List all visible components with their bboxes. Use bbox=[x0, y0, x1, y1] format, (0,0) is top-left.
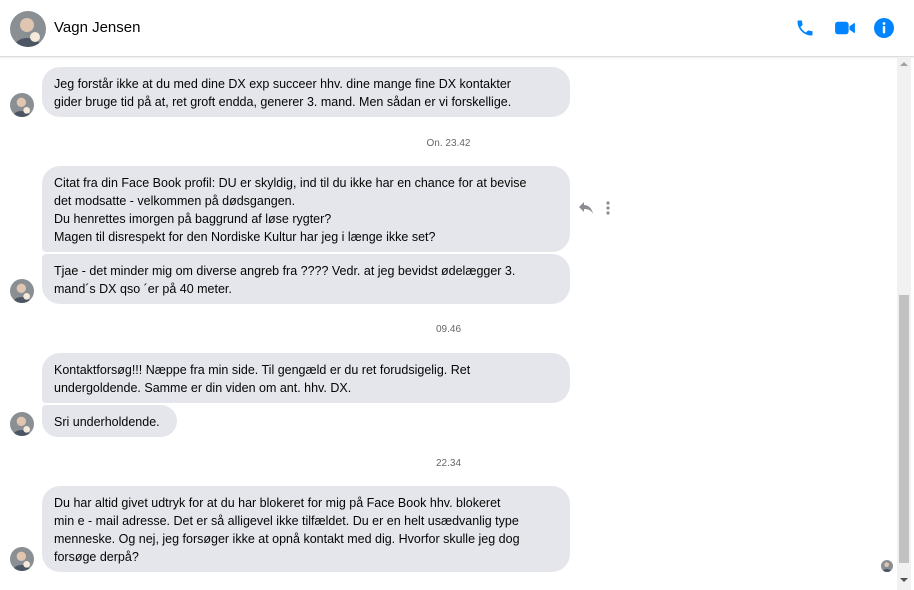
scroll-up-arrow-icon[interactable] bbox=[900, 62, 908, 66]
message-bubble[interactable]: Jeg forstår ikke at du med dine DX exp s… bbox=[42, 67, 570, 117]
sender-avatar[interactable] bbox=[10, 93, 34, 117]
message-thread[interactable]: Jeg forstår ikke at du med dine DX exp s… bbox=[0, 58, 897, 590]
scroll-down-arrow-icon[interactable] bbox=[900, 578, 908, 582]
message-bubble[interactable]: Citat fra din Face Book profil: DU er sk… bbox=[42, 166, 570, 252]
message-text: Sri underholdende. bbox=[54, 415, 160, 429]
message-bubble[interactable]: Tjae - det minder mig om diverse angreb … bbox=[42, 254, 570, 304]
message-text: Citat fra din Face Book profil: DU er sk… bbox=[54, 176, 527, 244]
chat-header: Vagn Jensen bbox=[0, 0, 914, 57]
info-icon[interactable] bbox=[872, 16, 896, 40]
read-receipt-avatar bbox=[881, 560, 893, 572]
scrollbar[interactable] bbox=[897, 58, 911, 590]
contact-name[interactable]: Vagn Jensen bbox=[54, 19, 140, 36]
phone-icon[interactable] bbox=[793, 16, 817, 40]
message-bubble[interactable]: Sri underholdende. bbox=[42, 405, 177, 437]
scrollbar-thumb[interactable] bbox=[899, 295, 909, 563]
message-text: Tjae - det minder mig om diverse angreb … bbox=[54, 264, 516, 296]
timestamp: 22.34 bbox=[435, 458, 462, 469]
more-options-icon[interactable] bbox=[603, 199, 613, 217]
contact-avatar[interactable] bbox=[10, 11, 46, 47]
message-text: Du har altid givet udtryk for at du har … bbox=[54, 496, 520, 564]
reply-icon[interactable] bbox=[577, 199, 595, 217]
message-bubble[interactable]: Kontaktforsøg!!! Næppe fra min side. Til… bbox=[42, 353, 570, 403]
sender-avatar[interactable] bbox=[10, 279, 34, 303]
video-camera-icon[interactable] bbox=[833, 16, 857, 40]
message-text: Jeg forstår ikke at du med dine DX exp s… bbox=[54, 77, 512, 109]
message-bubble[interactable]: Du har altid givet udtryk for at du har … bbox=[42, 486, 570, 572]
sender-avatar[interactable] bbox=[10, 412, 34, 436]
timestamp: 09.46 bbox=[435, 324, 462, 335]
message-text: Kontaktforsøg!!! Næppe fra min side. Til… bbox=[54, 363, 471, 395]
message-actions bbox=[577, 199, 617, 217]
sender-avatar[interactable] bbox=[10, 547, 34, 571]
timestamp: On. 23.42 bbox=[426, 138, 471, 149]
